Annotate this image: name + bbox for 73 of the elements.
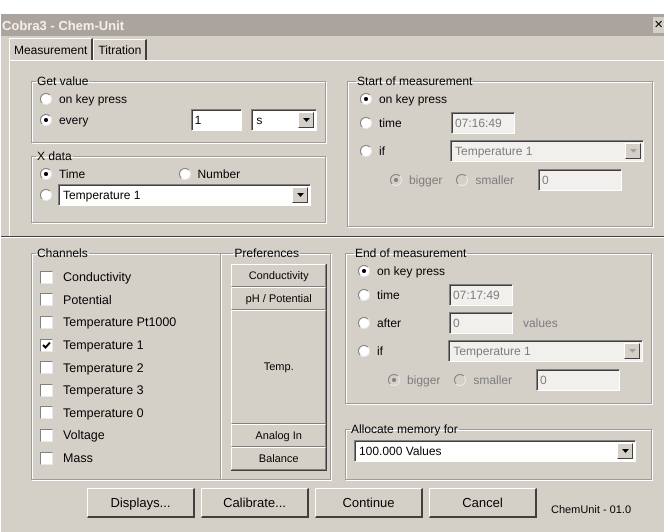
checkbox[interactable]	[40, 384, 53, 397]
dialog-button[interactable]: Calibrate...	[201, 488, 309, 518]
version-label: ChemUnit - 01.0	[551, 504, 632, 516]
radio-button[interactable]	[358, 317, 370, 329]
channel-checkbox[interactable]: Temperature 1	[40, 334, 220, 356]
checkbox[interactable]	[40, 406, 53, 420]
dropdown-arrow-icon	[628, 349, 636, 353]
group-title: Allocate memory for	[350, 422, 459, 436]
radio-option[interactable]: if	[360, 144, 448, 158]
checkbox[interactable]	[40, 293, 53, 306]
preferences-button[interactable]: Conductivity	[231, 264, 326, 287]
radio-button[interactable]	[360, 117, 372, 129]
preferences-button[interactable]: Balance	[231, 447, 326, 470]
radio-button[interactable]	[178, 168, 190, 180]
radio-button[interactable]	[40, 92, 52, 104]
group-title: End of measurement	[354, 246, 468, 260]
group-title: Start of measurement	[356, 74, 474, 88]
dropdown-arrow-icon	[630, 149, 636, 153]
radio-button[interactable]	[40, 188, 52, 200]
dialog-button[interactable]: Cancel	[429, 488, 537, 518]
checkbox[interactable]	[40, 338, 53, 352]
radio-button[interactable]	[358, 264, 370, 276]
memory-dropdown[interactable]: 100.000 Values	[354, 440, 636, 462]
unit-label: values	[523, 316, 558, 330]
checkbox[interactable]	[40, 428, 53, 442]
radio-option[interactable]: on key press	[360, 92, 448, 106]
dialog-button[interactable]: Continue	[315, 488, 423, 518]
group-title: X data	[36, 149, 73, 163]
channel-checkbox[interactable]: Temperature 2	[40, 356, 220, 379]
radio-option[interactable]: time	[358, 288, 446, 302]
checkbox[interactable]	[40, 361, 53, 374]
channel-checkbox[interactable]: Conductivity	[40, 266, 220, 289]
group-title: Channels	[36, 246, 89, 260]
channel-checkbox[interactable]: Temperature 3	[40, 378, 220, 402]
radio-option[interactable]: after	[358, 316, 446, 330]
radio-button[interactable]	[360, 145, 372, 157]
tab[interactable]: Titration	[93, 39, 148, 60]
checkbox[interactable]	[40, 452, 53, 465]
radio-button[interactable]	[358, 289, 370, 301]
preferences-button[interactable]: Temp.	[231, 310, 326, 424]
group-title: Get value	[36, 74, 90, 88]
radio-option[interactable]: every	[40, 112, 191, 126]
radio-option[interactable]: on key press	[358, 264, 446, 278]
interval-field[interactable]: 1	[190, 108, 242, 130]
channel-checkbox[interactable]: Voltage	[40, 424, 220, 447]
dropdown-arrow-icon	[622, 449, 628, 453]
channel-checkbox[interactable]: Potential	[40, 288, 220, 312]
window-title: Cobra3 - Chem-Unit	[1, 18, 124, 32]
checkbox[interactable]	[40, 316, 53, 329]
radio-button[interactable]	[40, 114, 52, 126]
radio-option[interactable]: if	[358, 344, 446, 358]
radio-option[interactable]: Number	[178, 166, 317, 180]
tab[interactable]: Measurement	[9, 38, 94, 60]
channel-checkbox[interactable]: Temperature Pt1000	[40, 311, 220, 334]
radio-option[interactable]: on key press	[40, 92, 202, 106]
preferences-button[interactable]: Analog In	[231, 424, 326, 447]
close-button[interactable]: ×	[653, 17, 664, 33]
dropdown-arrow-icon	[302, 118, 310, 122]
radio-button[interactable]	[360, 92, 372, 104]
radio-button[interactable]	[40, 168, 52, 180]
dialog-button[interactable]: Displays...	[87, 488, 195, 518]
radio-option[interactable]: Time	[40, 166, 178, 180]
radio-option[interactable]: time	[360, 116, 448, 130]
checkmark-icon	[42, 340, 51, 350]
radio-button[interactable]	[358, 345, 370, 357]
preferences-button[interactable]: pH / Potential	[231, 287, 326, 310]
channel-dropdown[interactable]: Temperature 1	[58, 184, 311, 206]
checkbox[interactable]	[40, 270, 53, 284]
group-title: Preferences	[233, 246, 300, 260]
dropdown-arrow-icon	[296, 192, 304, 196]
channel-checkbox[interactable]: Mass	[40, 446, 220, 470]
channel-checkbox[interactable]: Temperature 0	[40, 402, 220, 424]
unit-dropdown[interactable]: s	[251, 108, 317, 130]
